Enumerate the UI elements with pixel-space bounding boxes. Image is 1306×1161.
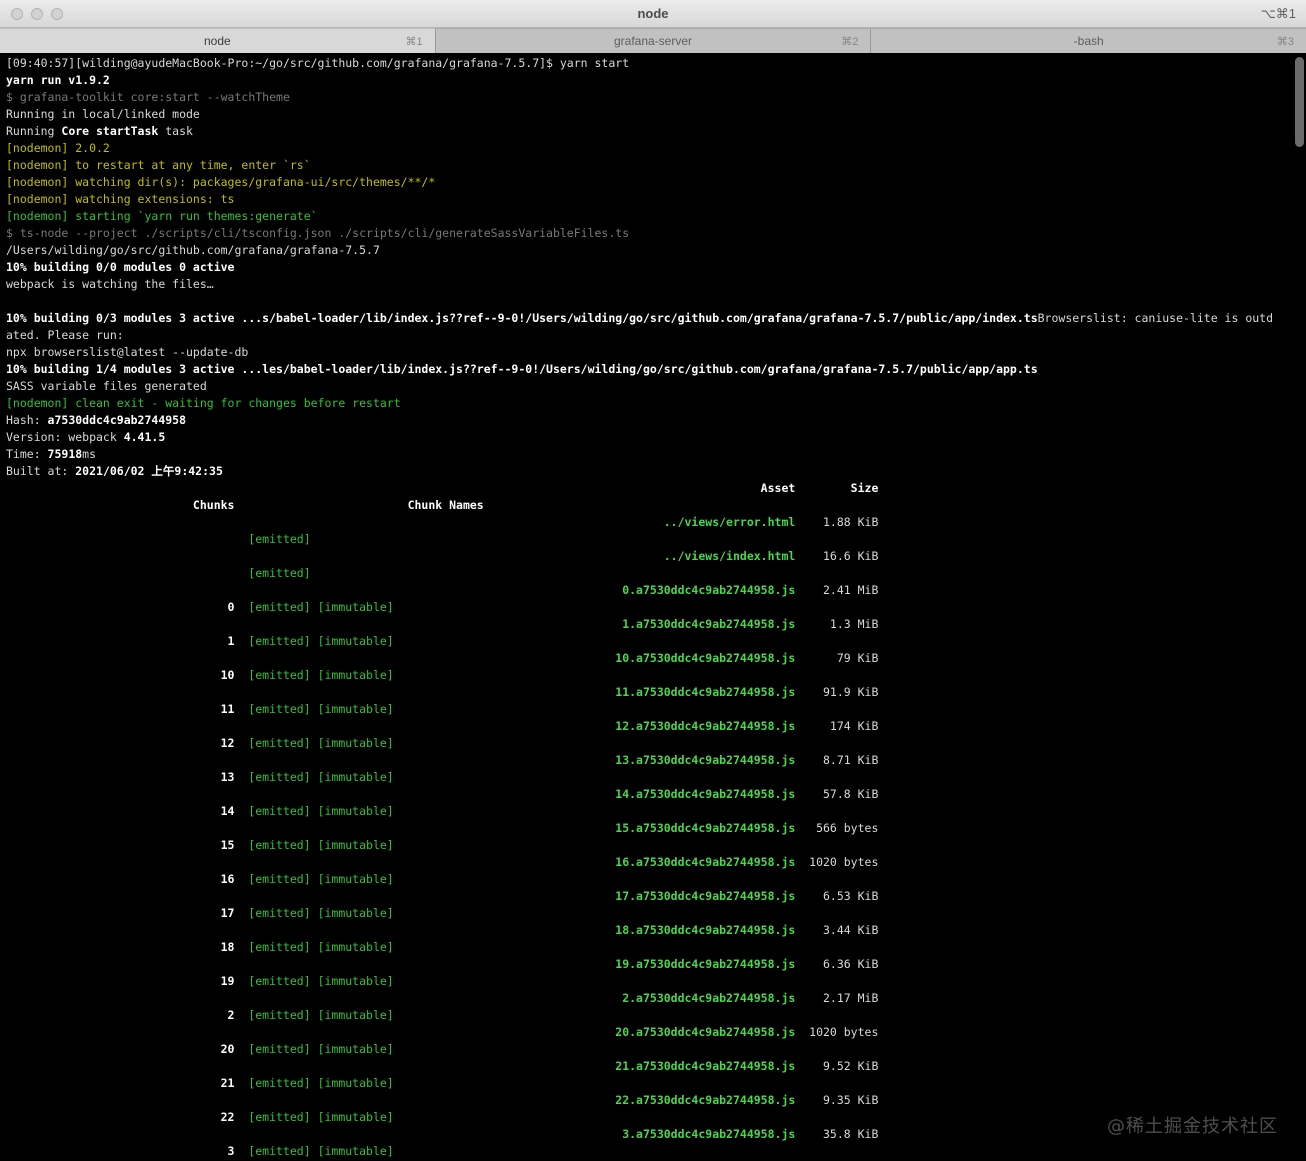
terminal-line: 19.a7530ddc4c9ab2744958.js 6.36 KiB [6,957,879,971]
tab-bash[interactable]: -bash ⌘3 [871,28,1306,53]
terminal-line: 10 [emitted] [immutable] [6,668,394,682]
terminal-line: ../views/index.html 16.6 KiB [6,549,879,563]
terminal-line: Asset Size [6,481,879,495]
terminal-line: npx browserslist@latest --update-db [6,345,249,359]
tab-node[interactable]: node ⌘1 [0,28,436,53]
terminal-line: 19 [emitted] [immutable] [6,974,394,988]
terminal-line: $ grafana-toolkit core:start --watchThem… [6,90,290,104]
tab-label: grafana-server [613,34,693,48]
terminal-line: 1.a7530ddc4c9ab2744958.js 1.3 MiB [6,617,879,631]
terminal-line: 10.a7530ddc4c9ab2744958.js 79 KiB [6,651,879,665]
terminal-line: 18.a7530ddc4c9ab2744958.js 3.44 KiB [6,923,879,937]
terminal-line: ated. Please run: [6,328,124,342]
tab-bar: node ⌘1 grafana-server ⌘2 -bash ⌘3 [0,28,1306,53]
terminal-line: 20 [emitted] [immutable] [6,1042,394,1056]
terminal-line: Running in local/linked mode [6,107,200,121]
terminal-line: [nodemon] watching dir(s): packages/graf… [6,175,436,189]
terminal-line: 12 [emitted] [immutable] [6,736,394,750]
terminal-line: webpack is watching the files… [6,277,214,291]
terminal-line: 3 [emitted] [immutable] [6,1144,394,1158]
terminal-line: 2 [emitted] [immutable] [6,1008,394,1022]
terminal-line: Chunks Chunk Names [6,498,484,512]
terminal-line: 0.a7530ddc4c9ab2744958.js 2.41 MiB [6,583,879,597]
terminal-line: [nodemon] clean exit - waiting for chang… [6,396,401,410]
terminal-line: 17.a7530ddc4c9ab2744958.js 6.53 KiB [6,889,879,903]
terminal-line: 21.a7530ddc4c9ab2744958.js 9.52 KiB [6,1059,879,1073]
terminal-line: 17 [emitted] [immutable] [6,906,394,920]
title-bar[interactable]: node ⌥⌘1 [0,0,1306,28]
terminal-line: 10% building 0/3 modules 3 active ...s/b… [6,311,1274,325]
tab-label: -bash [1073,34,1104,48]
terminal-line: yarn run v1.9.2 [6,73,110,87]
terminal-line: 16.a7530ddc4c9ab2744958.js 1020 bytes [6,855,879,869]
terminal-line: Hash: a7530ddc4c9ab2744958 [6,413,187,427]
terminal-line: [nodemon] starting `yarn run themes:gene… [6,209,318,223]
terminal-line: 0 [emitted] [immutable] [6,600,394,614]
terminal-line: 20.a7530ddc4c9ab2744958.js 1020 bytes [6,1025,879,1039]
terminal-line: 10% building 0/0 modules 0 active [6,260,235,274]
terminal-line: [emitted] [6,566,311,580]
window-shortcut: ⌥⌘1 [1260,6,1296,21]
tab-shortcut: ⌘1 [405,35,423,48]
terminal-line: $ ts-node --project ./scripts/cli/tsconf… [6,226,630,240]
terminal-window: node ⌥⌘1 node ⌘1 grafana-server ⌘2 -bash… [0,0,1306,1161]
window-title: node [637,6,669,21]
terminal-line: 13 [emitted] [immutable] [6,770,394,784]
terminal-output[interactable]: @稀土掘金技术社区 [09:40:57][wilding@ayudeMacBoo… [0,53,1306,1161]
terminal-line: Running Core startTask task [6,124,193,138]
terminal-line: 2.a7530ddc4c9ab2744958.js 2.17 MiB [6,991,879,1005]
terminal-line: 15.a7530ddc4c9ab2744958.js 566 bytes [6,821,879,835]
terminal-line: SASS variable files generated [6,379,207,393]
terminal-line: 11 [emitted] [immutable] [6,702,394,716]
terminal-line: 16 [emitted] [immutable] [6,872,394,886]
terminal-line: 22.a7530ddc4c9ab2744958.js 9.35 KiB [6,1093,879,1107]
terminal-line: 13.a7530ddc4c9ab2744958.js 8.71 KiB [6,753,879,767]
terminal-line: 14.a7530ddc4c9ab2744958.js 57.8 KiB [6,787,879,801]
terminal-line: Time: 75918ms [6,447,97,461]
terminal-line: [emitted] [6,532,311,546]
terminal-line: 14 [emitted] [immutable] [6,804,394,818]
terminal-line: [09:40:57][wilding@ayudeMacBook-Pro:~/go… [6,56,630,70]
terminal-line: [nodemon] watching extensions: ts [6,192,235,206]
terminal-line: 10% building 1/4 modules 3 active ...les… [6,362,1038,376]
terminal-line: [nodemon] 2.0.2 [6,141,110,155]
terminal-line: 21 [emitted] [immutable] [6,1076,394,1090]
terminal-line: 18 [emitted] [immutable] [6,940,394,954]
tab-grafana-server[interactable]: grafana-server ⌘2 [435,28,872,53]
watermark: @稀土掘金技术社区 [1107,1116,1278,1137]
scrollbar-thumb[interactable] [1295,57,1304,147]
terminal-line: Version: webpack 4.41.5 [6,430,166,444]
terminal-line: 12.a7530ddc4c9ab2744958.js 174 KiB [6,719,879,733]
terminal-line: 15 [emitted] [immutable] [6,838,394,852]
terminal-line: 11.a7530ddc4c9ab2744958.js 91.9 KiB [6,685,879,699]
terminal-line: [nodemon] to restart at any time, enter … [6,158,311,172]
tab-label: node [203,34,231,48]
terminal-line: ../views/error.html 1.88 KiB [6,515,879,529]
terminal-line: 1 [emitted] [immutable] [6,634,394,648]
tab-shortcut: ⌘2 [841,35,859,48]
terminal-line: /Users/wilding/go/src/github.com/grafana… [6,243,380,257]
terminal-line: Built at: 2021/06/02 上午9:42:35 [6,464,223,478]
tab-shortcut: ⌘3 [1276,35,1295,48]
